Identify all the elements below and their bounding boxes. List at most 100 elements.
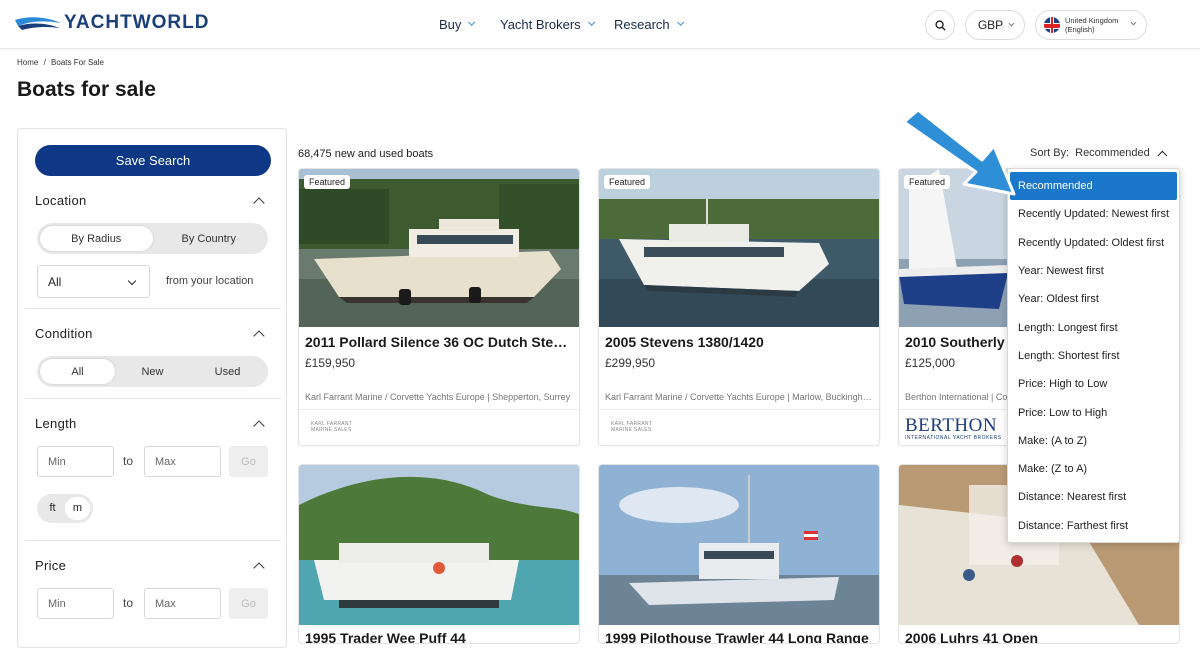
listing-photo[interactable] [299,169,579,327]
sort-option-recommended[interactable]: Recommended [1010,172,1177,201]
radius-suffix: from your location [166,275,254,287]
chevron-down-icon [676,18,684,26]
length-min-input[interactable]: Min [37,446,114,477]
dealer-logo[interactable]: BERTHON [905,415,997,437]
sort-option-updated-newest[interactable]: Recently Updated: Newest first [1008,200,1179,228]
chevron-up-icon[interactable] [253,420,265,432]
site-header: YACHTWORLD Buy Yacht Brokers Research GB… [0,0,1200,49]
dealer-logo-line2: MARINE SALES [311,427,352,433]
length-unit-toggle: ft m [37,494,93,523]
chevron-down-icon [1008,20,1015,27]
chevron-up-icon [1157,150,1168,161]
listing-photo[interactable] [599,169,879,327]
listing-card[interactable]: 1995 Trader Wee Puff 44 [298,464,580,644]
tab-by-radius[interactable]: By Radius [40,226,153,251]
condition-toggle: All New Used [37,356,268,387]
sort-option-year-oldest[interactable]: Year: Oldest first [1008,285,1179,313]
sort-option-price-high-low[interactable]: Price: High to Low [1008,370,1179,398]
price-max-input[interactable]: Max [144,588,221,619]
divider [25,398,281,399]
breadcrumb-separator: / [43,58,46,67]
dealer-logo[interactable]: KARL FARRANT MARINE SALES [611,421,652,433]
divider [25,308,281,309]
condition-used[interactable]: Used [190,359,265,384]
chevron-up-icon[interactable] [253,562,265,574]
listing-card[interactable]: 1999 Pilothouse Trawler 44 Long Range [598,464,880,644]
unit-m[interactable]: m [65,497,90,520]
chevron-down-icon [127,276,137,286]
chevron-down-icon [1130,19,1137,26]
listing-title[interactable]: 1999 Pilothouse Trawler 44 Long Range [605,630,869,643]
listing-price: £159,950 [305,356,356,370]
featured-badge: Featured [304,175,351,189]
sort-option-updated-oldest[interactable]: Recently Updated: Oldest first [1008,229,1179,257]
listing-price: £125,000 [905,356,956,370]
yachtworld-logo[interactable]: YACHTWORLD [14,12,209,34]
currency-selector[interactable]: GBP [965,10,1025,40]
price-min-input[interactable]: Min [37,588,114,619]
nav-research[interactable]: Research [614,0,684,49]
length-to-label: to [123,454,134,468]
search-button[interactable] [925,10,955,40]
uk-flag-icon [1044,17,1060,33]
condition-section-title: Condition [35,326,93,341]
listing-price: £299,950 [605,356,656,370]
length-max-input[interactable]: Max [144,446,221,477]
radius-select-value: All [48,274,62,289]
listing-title[interactable]: 2011 Pollard Silence 36 OC Dutch Steel M… [305,334,573,350]
sort-by-control[interactable]: Sort By: Recommended [1030,147,1168,161]
page-title: Boats for sale [17,78,156,101]
price-section-title: Price [35,558,67,573]
currency-value: GBP [977,18,1004,32]
locale-country: United Kingdom [1065,16,1119,25]
breadcrumb-home[interactable]: Home [17,58,38,67]
sort-option-distance-farthest[interactable]: Distance: Farthest first [1008,512,1179,540]
yachtworld-logo-icon [15,17,61,30]
listing-card[interactable]: Featured 2011 Pollard Silence 36 OC Dutc… [298,168,580,446]
condition-new[interactable]: New [115,359,190,384]
locale-language: (English) [1065,25,1095,34]
listing-dealer: Karl Farrant Marine / Corvette Yachts Eu… [305,392,571,402]
nav-buy-label: Buy [439,17,462,32]
chevron-up-icon[interactable] [253,197,265,209]
save-search-button[interactable]: Save Search [35,145,271,176]
price-go-button[interactable]: Go [229,588,268,619]
divider [25,540,281,541]
nav-yacht-brokers[interactable]: Yacht Brokers [500,0,595,49]
length-go-button[interactable]: Go [229,446,268,477]
divider [299,409,579,410]
listing-title[interactable]: 2005 Stevens 1380/1420 [605,334,873,350]
sort-option-make-a-z[interactable]: Make: (A to Z) [1008,427,1179,455]
listing-photo[interactable] [299,465,579,625]
sort-option-length-longest[interactable]: Length: Longest first [1008,313,1179,341]
annotation-arrow-icon [902,108,1016,196]
dealer-logo-line2: MARINE SALES [611,427,652,433]
divider [599,409,879,410]
listing-title[interactable]: 2006 Luhrs 41 Open [905,630,1038,643]
dealer-logo[interactable]: KARL FARRANT MARINE SALES [311,421,352,433]
location-section-title: Location [35,193,87,208]
listing-card[interactable]: Featured 2005 Stevens 1380/1420 £299,950… [598,168,880,446]
sort-option-distance-nearest[interactable]: Distance: Nearest first [1008,483,1179,511]
sort-option-price-low-high[interactable]: Price: Low to High [1008,398,1179,426]
location-mode-toggle: By Radius By Country [37,223,268,254]
listing-dealer: Karl Farrant Marine / Corvette Yachts Eu… [605,392,875,402]
listing-title[interactable]: 1995 Trader Wee Puff 44 [305,630,466,643]
sort-dropdown-menu: Recommended Recently Updated: Newest fir… [1007,168,1180,543]
nav-yacht-brokers-label: Yacht Brokers [500,17,581,32]
length-section-title: Length [35,416,77,431]
unit-ft[interactable]: ft [40,497,65,520]
search-icon [934,19,946,31]
sort-option-length-shortest[interactable]: Length: Shortest first [1008,342,1179,370]
nav-buy[interactable]: Buy [439,0,476,49]
filter-sidebar: Save Search Location By Radius By Countr… [17,128,287,648]
tab-by-country[interactable]: By Country [153,226,266,251]
breadcrumb-current: Boats For Sale [51,58,104,67]
locale-selector[interactable]: United Kingdom (English) [1035,10,1147,40]
radius-select[interactable]: All [37,265,150,298]
chevron-up-icon[interactable] [253,330,265,342]
sort-option-year-newest[interactable]: Year: Newest first [1008,257,1179,285]
condition-all[interactable]: All [40,359,115,384]
listing-photo[interactable] [599,465,879,625]
sort-option-make-z-a[interactable]: Make: (Z to A) [1008,455,1179,483]
